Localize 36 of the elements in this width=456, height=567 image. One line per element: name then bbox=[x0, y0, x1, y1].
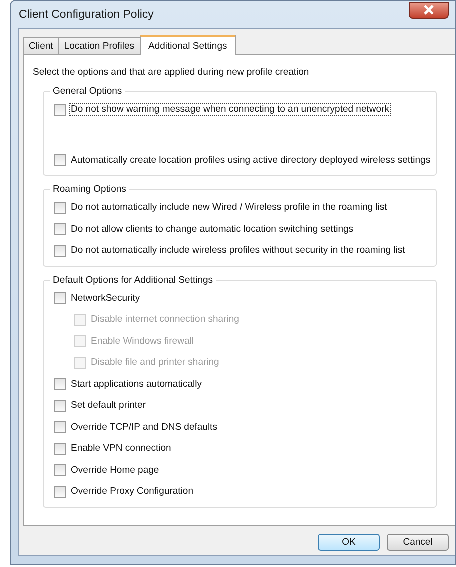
checkbox-label[interactable]: Do not automatically include wireless profiles without security in the roaming list bbox=[69, 244, 408, 258]
window-title: Client Configuration Policy bbox=[19, 8, 154, 20]
checkbox-label[interactable]: Override Home page bbox=[69, 464, 162, 477]
checkbox[interactable] bbox=[54, 202, 66, 214]
checkbox-label[interactable]: Automatically create location profiles using active directory deployed wireless settings bbox=[69, 154, 433, 167]
checkbox[interactable] bbox=[54, 244, 66, 257]
checkbox-label[interactable]: Start applications automatically bbox=[69, 378, 204, 391]
group-title: Default Options for Additional Settings bbox=[52, 274, 214, 286]
dialog-button[interactable]: OK bbox=[318, 534, 380, 551]
checkbox[interactable] bbox=[54, 104, 66, 116]
tab[interactable]: Additional Settings bbox=[140, 35, 236, 55]
checkbox-label[interactable]: Enable VPN connection bbox=[69, 442, 174, 456]
checkbox-label[interactable]: Override TCP/IP and DNS defaults bbox=[69, 420, 220, 434]
group-title: Roaming Options bbox=[52, 184, 128, 195]
close-icon bbox=[423, 5, 435, 15]
checkbox-label[interactable]: Do not automatically include new Wired / Wireless profile in the roaming list bbox=[69, 201, 390, 214]
checkbox-label[interactable]: NetworkSecurity bbox=[69, 292, 142, 305]
checkbox[interactable] bbox=[54, 421, 66, 434]
tab[interactable]: Client bbox=[23, 37, 60, 54]
checkbox-label[interactable]: Do not show warning message when connecting to an unencrypted network bbox=[69, 103, 392, 116]
checkbox[interactable] bbox=[54, 378, 66, 390]
intro-text: Select the options and that are applied during new profile creation bbox=[33, 67, 310, 78]
checkbox[interactable] bbox=[54, 223, 66, 236]
checkbox-label[interactable]: Override Proxy Configuration bbox=[69, 485, 196, 498]
dialog-button[interactable]: Cancel bbox=[387, 534, 449, 551]
checkbox[interactable] bbox=[54, 154, 66, 166]
checkbox[interactable] bbox=[54, 486, 66, 498]
checkbox[interactable] bbox=[54, 292, 66, 304]
close-button[interactable] bbox=[409, 2, 449, 18]
group-title: General Options bbox=[52, 86, 124, 97]
checkbox[interactable] bbox=[54, 400, 66, 412]
checkbox[interactable] bbox=[54, 464, 66, 476]
checkbox-label[interactable]: Set default printer bbox=[69, 399, 148, 412]
checkbox-label[interactable]: Do not allow clients to change automatic location switching settings bbox=[69, 222, 356, 236]
tab[interactable]: Location Profiles bbox=[58, 37, 141, 54]
checkbox[interactable] bbox=[54, 442, 66, 455]
